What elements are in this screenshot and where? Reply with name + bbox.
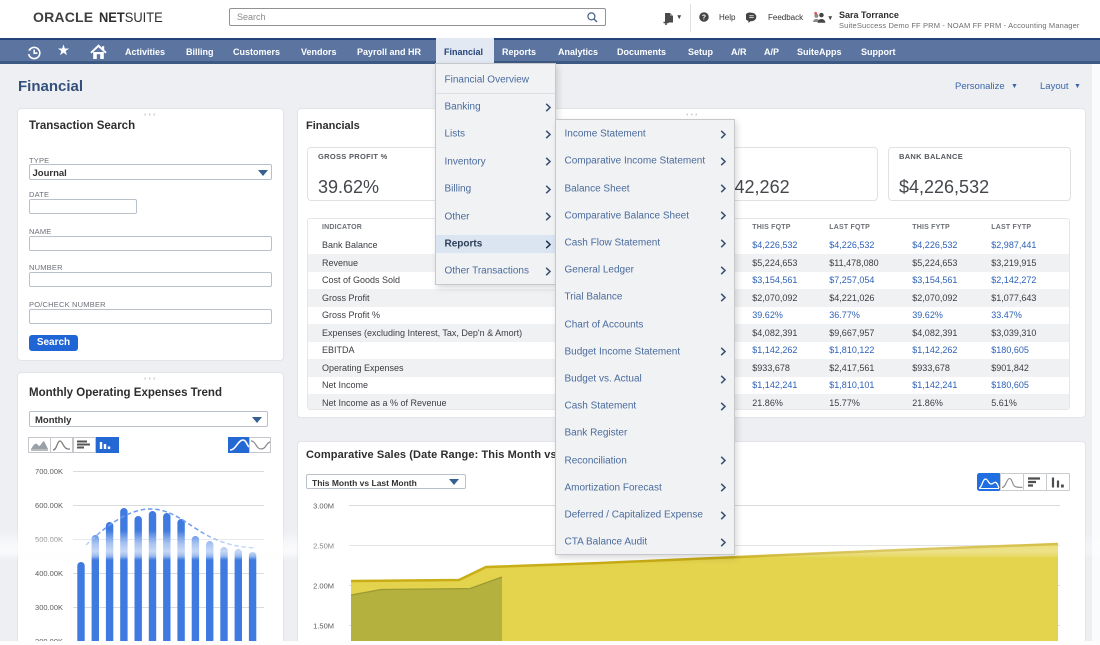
svg-text:700.00K: 700.00K [35,467,63,476]
svg-text:3.00M: 3.00M [313,502,334,511]
svg-text:?: ? [702,15,706,22]
svg-text:2.00M: 2.00M [313,582,334,591]
svg-text:400.00K: 400.00K [35,569,63,578]
svg-text:600.00K: 600.00K [35,501,63,510]
svg-text:300.00K: 300.00K [35,603,63,612]
svg-text:1.50M: 1.50M [313,622,334,631]
